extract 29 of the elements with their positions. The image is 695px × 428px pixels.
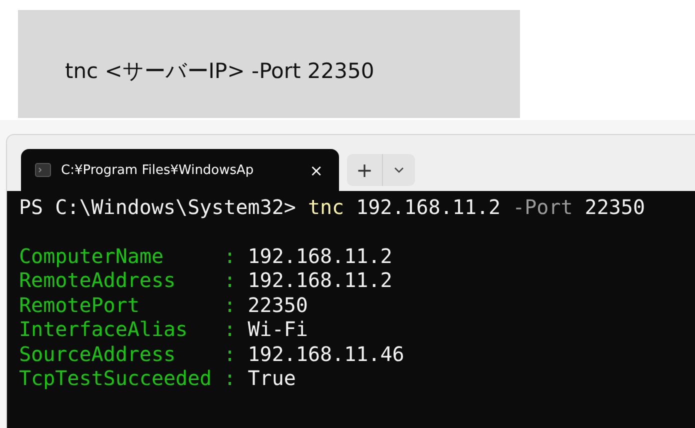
command-argument: 22350 <box>584 195 646 220</box>
instruction-text: tnc <サーバーIP> -Port 22350 <box>65 58 374 85</box>
output-value: 192.168.11.2 <box>248 244 392 268</box>
output-key: RemotePort <box>19 292 224 317</box>
output-value: 22350 <box>248 292 308 317</box>
terminal-tab[interactable]: C:¥Program Files¥WindowsAp × <box>21 149 339 191</box>
output-separator: : <box>224 292 237 317</box>
chevron-down-icon <box>394 167 404 173</box>
output-key: RemoteAddress <box>19 268 224 292</box>
output-separator: : <box>224 342 237 366</box>
output-value: Wi-Fi <box>248 317 308 342</box>
output-separator: : <box>224 268 237 292</box>
command-prompt: PS C:\Windows\System32> <box>19 195 296 220</box>
command-parameter: -Port <box>512 195 573 220</box>
output-value: 192.168.11.2 <box>248 268 392 292</box>
terminal-icon <box>35 163 51 177</box>
command-command: tnc <box>308 195 344 220</box>
tab-title: C:¥Program Files¥WindowsAp <box>61 162 255 178</box>
output-value: 192.168.11.46 <box>248 342 404 366</box>
close-tab-button[interactable]: × <box>306 160 327 180</box>
output-key: SourceAddress <box>19 342 224 366</box>
output-separator: : <box>224 317 237 342</box>
command-argument: 192.168.11.2 <box>356 195 501 220</box>
output-separator: : <box>224 244 237 268</box>
output-key: InterfaceAlias <box>19 317 224 342</box>
output-separator: : <box>224 366 237 390</box>
output-key: TcpTestSucceeded <box>19 366 224 390</box>
output-value: True <box>248 366 296 390</box>
output-key: ComputerName <box>19 244 224 268</box>
